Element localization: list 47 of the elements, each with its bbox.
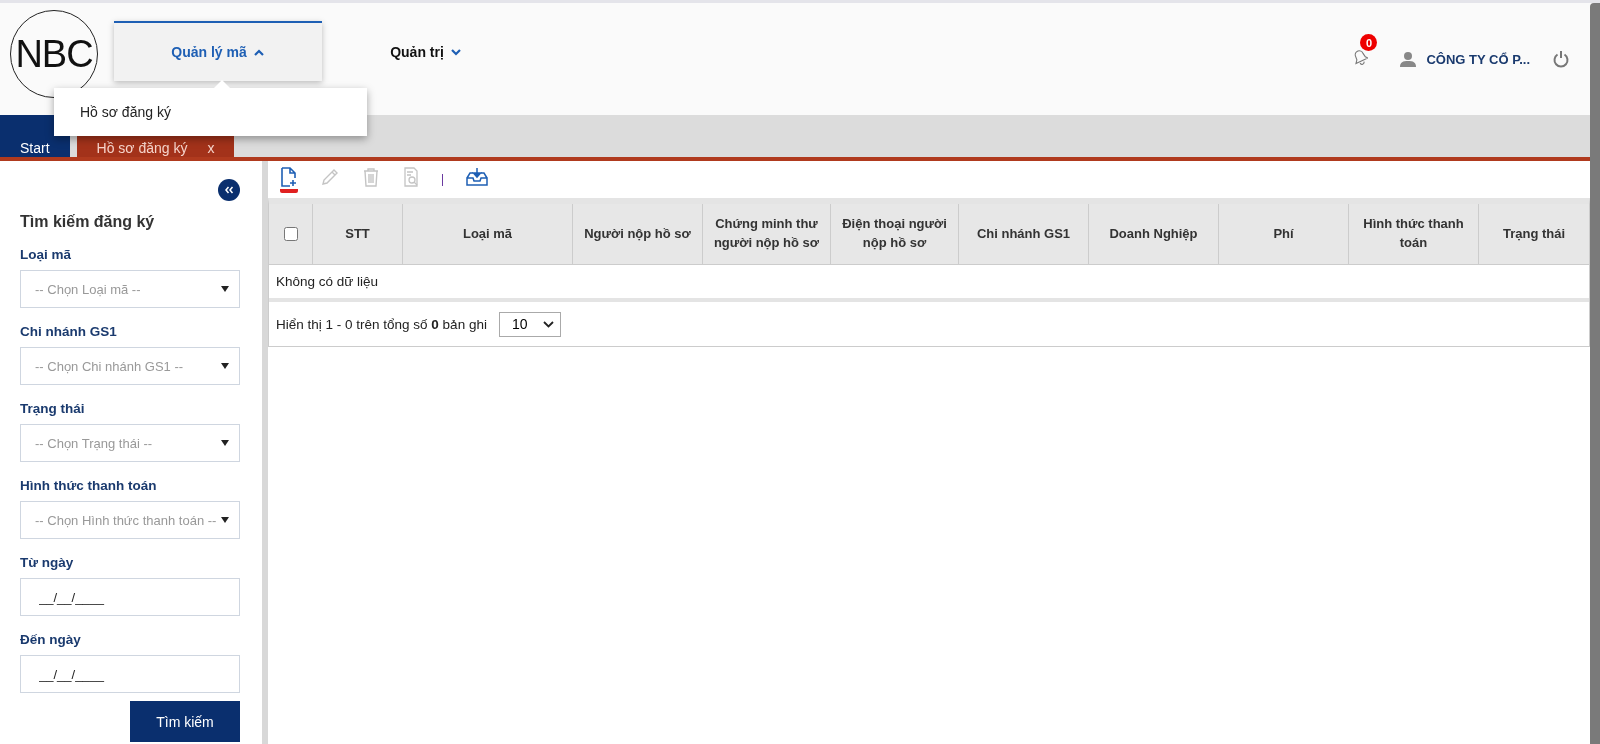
select-field[interactable]: -- Chọn Trạng thái -- bbox=[20, 424, 240, 462]
toolbar-button[interactable] bbox=[280, 167, 298, 193]
nav-menu-item[interactable]: Quản lý mã bbox=[114, 20, 322, 81]
checkbox[interactable] bbox=[283, 227, 298, 241]
chevron-down-icon bbox=[449, 47, 462, 56]
date-field[interactable]: __/__/____ bbox=[20, 655, 240, 693]
field-label: Loại mã bbox=[20, 247, 72, 262]
user-icon bbox=[1400, 51, 1417, 67]
page-size-select[interactable]: 10 bbox=[498, 311, 561, 337]
document-search-icon bbox=[402, 167, 420, 187]
field-label: Đến ngày bbox=[20, 632, 82, 647]
chevron-up-icon bbox=[252, 47, 265, 56]
select-field[interactable]: -- Chọn Chi nhánh GS1 -- bbox=[20, 347, 240, 385]
empty-message: Không có dữ liệu bbox=[276, 274, 379, 289]
search-button[interactable]: Tìm kiếm bbox=[130, 701, 240, 742]
column-header: Chi nhánh GS1 bbox=[959, 204, 1089, 264]
tray-download-icon bbox=[465, 167, 489, 187]
trash-icon bbox=[362, 167, 380, 187]
column-header: Người nộp hồ sơ bbox=[573, 204, 703, 264]
double-chevron-icon bbox=[224, 186, 234, 194]
pager-summary: Hiển thị 1 - 0 trên tổng số 0 bản ghi bbox=[276, 316, 487, 332]
nav-menu-item[interactable]: Quản trị bbox=[322, 20, 530, 81]
column-header: Phí bbox=[1219, 204, 1349, 264]
field-label: Chi nhánh GS1 bbox=[20, 324, 118, 339]
select-field[interactable]: -- Chọn Loại mã -- bbox=[20, 270, 240, 308]
field-label: Trạng thái bbox=[20, 401, 86, 416]
sidebar-title: Tìm kiếm đăng ký bbox=[20, 213, 156, 231]
column-header: Chứng minh thư người nộp hồ sơ bbox=[703, 204, 831, 264]
column-header: Điện thoại người nộp hồ sơ bbox=[831, 204, 959, 264]
date-field[interactable]: __/__/____ bbox=[20, 578, 240, 616]
column-header: Hình thức thanh toán bbox=[1349, 204, 1479, 264]
scrollbar[interactable] bbox=[1590, 3, 1600, 744]
add-document-icon bbox=[280, 167, 298, 187]
field-label: Từ ngày bbox=[20, 555, 75, 570]
column-header: Trạng thái bbox=[1501, 224, 1567, 243]
power-icon[interactable] bbox=[1552, 50, 1570, 68]
collapse-button[interactable] bbox=[218, 179, 240, 201]
pencil-icon bbox=[320, 167, 340, 187]
chevron-down-icon bbox=[542, 320, 554, 328]
select-field[interactable]: -- Chọn Hình thức thanh toán -- bbox=[20, 501, 240, 539]
notification-badge: 0 bbox=[1360, 34, 1378, 51]
column-header: Loại mã bbox=[403, 204, 573, 264]
field-label: Hình thức thanh toán bbox=[20, 478, 158, 493]
column-header: Doanh Nghiệp bbox=[1089, 204, 1219, 264]
user-name[interactable]: CÔNG TY CỔ P... bbox=[1426, 51, 1530, 67]
column-header: STT bbox=[313, 204, 403, 264]
close-tab-button[interactable]: x bbox=[207, 140, 215, 156]
